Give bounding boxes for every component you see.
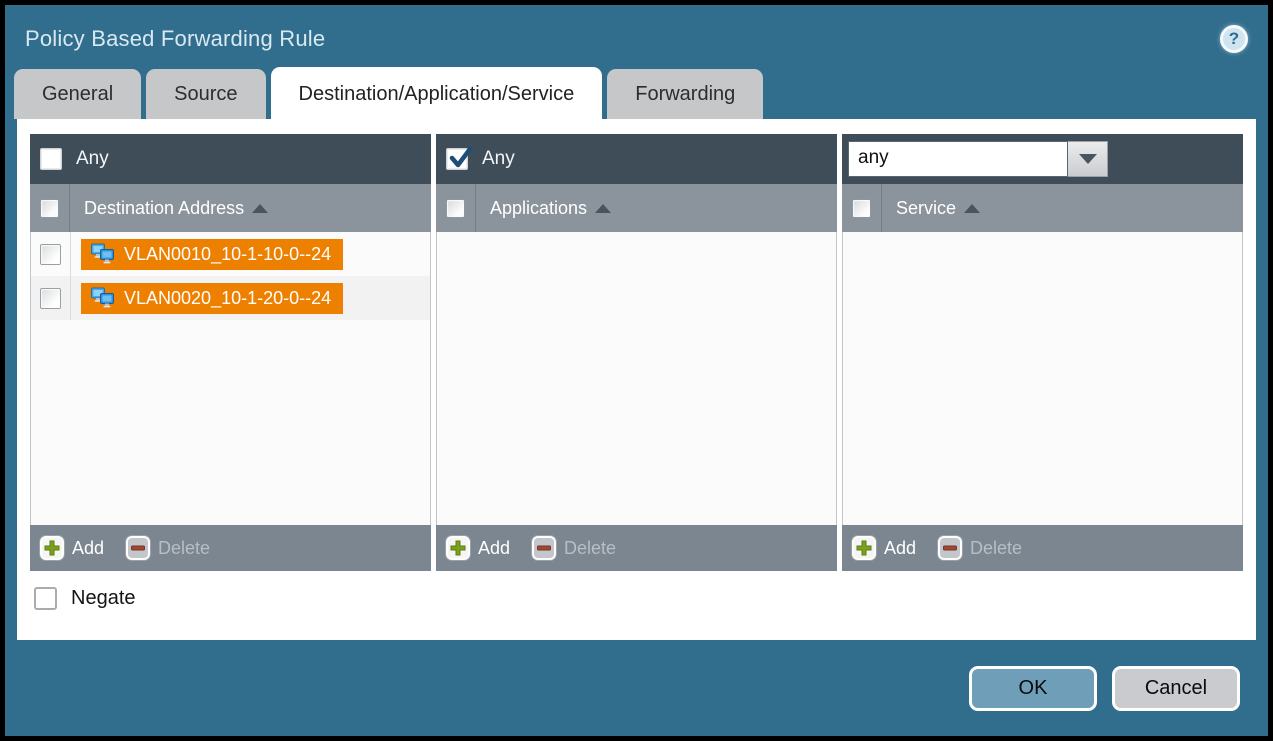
applications-header-text: Applications (490, 198, 587, 219)
cancel-button[interactable]: Cancel (1112, 666, 1240, 711)
add-button[interactable]: Add (446, 536, 510, 560)
service-select-all-checkbox[interactable] (852, 199, 871, 218)
chevron-down-icon (1079, 154, 1097, 164)
delete-button[interactable]: Delete (938, 536, 1022, 560)
destination-any-label: Any (76, 148, 109, 170)
help-icon[interactable]: ? (1220, 25, 1248, 53)
address-chip[interactable]: VLAN0010_10-1-10-0--24 (81, 239, 343, 270)
negate-checkbox[interactable] (34, 587, 57, 610)
service-header-text: Service (896, 198, 956, 219)
applications-any-checkbox[interactable] (446, 148, 468, 170)
destination-toolbar: Add Delete (30, 525, 431, 571)
service-header-label[interactable]: Service (896, 198, 980, 219)
network-icon (89, 287, 115, 310)
row-checkbox[interactable] (40, 288, 61, 309)
dropdown-arrow-button[interactable] (1068, 141, 1108, 177)
add-label: Add (478, 538, 510, 559)
service-dropdown-bar: any (842, 134, 1243, 184)
service-any-dropdown[interactable]: any (848, 141, 1108, 177)
applications-column-header: Applications (436, 184, 837, 232)
destination-header-checkbox-cell (30, 184, 70, 232)
table-row[interactable]: VLAN0020_10-1-20-0--24 (31, 276, 430, 320)
page-title: Policy Based Forwarding Rule (25, 26, 325, 52)
service-list (842, 232, 1243, 525)
delete-label: Delete (158, 538, 210, 559)
applications-select-all-checkbox[interactable] (446, 199, 465, 218)
tab-bar: General Source Destination/Application/S… (5, 67, 1268, 119)
applications-header-checkbox-cell (436, 184, 476, 232)
applications-any-bar: Any (436, 134, 837, 184)
destination-any-bar: Any (30, 134, 431, 184)
add-label: Add (884, 538, 916, 559)
row-checkbox-cell (31, 232, 71, 276)
negate-label: Negate (71, 587, 136, 610)
destination-header-text: Destination Address (84, 198, 244, 219)
add-icon (446, 536, 470, 560)
delete-icon (532, 536, 556, 560)
row-checkbox[interactable] (40, 244, 61, 265)
destination-column-header: Destination Address (30, 184, 431, 232)
applications-list (436, 232, 837, 525)
delete-icon (126, 536, 150, 560)
address-chip[interactable]: VLAN0020_10-1-20-0--24 (81, 283, 343, 314)
tab-forwarding[interactable]: Forwarding (607, 69, 763, 119)
panel-destination-address: Any Destination Address (30, 134, 431, 571)
ok-button[interactable]: OK (969, 666, 1097, 711)
dropdown-value[interactable]: any (848, 141, 1068, 177)
add-icon (852, 536, 876, 560)
add-icon (40, 536, 64, 560)
row-checkbox-cell (31, 276, 71, 320)
address-label: VLAN0010_10-1-10-0--24 (124, 244, 331, 265)
tab-content-panel: Any Destination Address (17, 119, 1256, 640)
add-button[interactable]: Add (40, 536, 104, 560)
panel-service: any Service (842, 134, 1243, 571)
policy-based-forwarding-rule-dialog: Policy Based Forwarding Rule ? General S… (0, 0, 1273, 741)
add-button[interactable]: Add (852, 536, 916, 560)
title-bar: Policy Based Forwarding Rule ? (5, 5, 1268, 67)
service-toolbar: Add Delete (842, 525, 1243, 571)
delete-button[interactable]: Delete (532, 536, 616, 560)
tab-source[interactable]: Source (146, 69, 265, 119)
tab-general[interactable]: General (14, 69, 141, 119)
negate-row: Negate (34, 587, 1243, 610)
sort-ascending-icon (964, 204, 980, 213)
destination-select-all-checkbox[interactable] (40, 199, 59, 218)
sort-ascending-icon (252, 204, 268, 213)
sort-ascending-icon (595, 204, 611, 213)
table-row[interactable]: VLAN0010_10-1-10-0--24 (31, 232, 430, 276)
add-label: Add (72, 538, 104, 559)
destination-header-label[interactable]: Destination Address (84, 198, 268, 219)
address-label: VLAN0020_10-1-20-0--24 (124, 288, 331, 309)
destination-list: VLAN0010_10-1-10-0--24 (30, 232, 431, 525)
network-icon (89, 243, 115, 266)
delete-icon (938, 536, 962, 560)
delete-button[interactable]: Delete (126, 536, 210, 560)
tab-destination-application-service[interactable]: Destination/Application/Service (271, 67, 603, 119)
applications-toolbar: Add Delete (436, 525, 837, 571)
delete-label: Delete (564, 538, 616, 559)
destination-any-checkbox[interactable] (40, 148, 62, 170)
checkmark-icon (448, 146, 474, 172)
service-header-checkbox-cell (842, 184, 882, 232)
applications-any-label: Any (482, 148, 515, 170)
service-column-header: Service (842, 184, 1243, 232)
columns-container: Any Destination Address (30, 134, 1243, 571)
panel-applications: Any Applications (436, 134, 837, 571)
dialog-footer: OK Cancel (5, 640, 1268, 737)
applications-header-label[interactable]: Applications (490, 198, 611, 219)
delete-label: Delete (970, 538, 1022, 559)
